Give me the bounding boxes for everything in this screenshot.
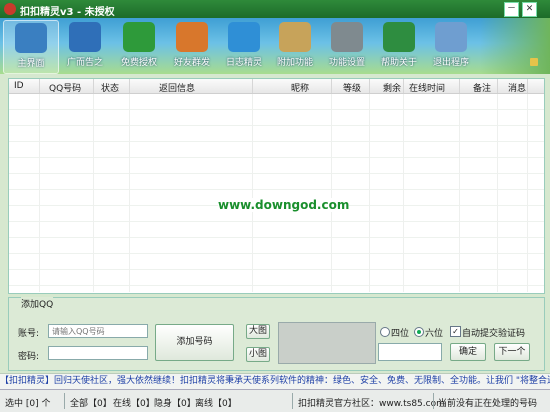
table-body[interactable] [9, 94, 544, 292]
column-header-remaining[interactable]: 剩余 [383, 81, 401, 94]
tool-ads[interactable]: 广而告之 [58, 20, 112, 72]
six-digit-radio[interactable] [414, 327, 424, 337]
column-header-id[interactable]: ID [14, 81, 24, 91]
status-all: 全部【0】 [70, 399, 112, 409]
column-header-return-info[interactable]: 返回信息 [159, 81, 195, 94]
minimize-button[interactable]: － [504, 2, 519, 17]
tool-label: 退出程序 [432, 58, 469, 68]
tool-label: 免费授权 [120, 58, 157, 68]
toolbar: 主界面 广而告之 免费授权 好友群发 日志精灵 附加功能 功能设置 帮助关于 退… [0, 18, 550, 74]
qq-account-table[interactable]: ID QQ号码 状态 返回信息 昵称 等级 剩余 在线时间 备注 消息 [8, 78, 545, 294]
tool-label: 附加功能 [276, 58, 313, 68]
tool-exit[interactable]: 退出程序 [424, 20, 478, 72]
table-header: ID QQ号码 状态 返回信息 昵称 等级 剩余 在线时间 备注 消息 [9, 79, 544, 94]
monitor-icon [15, 23, 47, 53]
auto-submit-label: 自动提交验证码 [462, 329, 526, 339]
tool-addons[interactable]: 附加功能 [268, 20, 322, 72]
column-header-level[interactable]: 等级 [343, 81, 361, 94]
briefcase-icon [279, 22, 311, 52]
title-bar: 扣扣精灵v3 - 未授权 － ✕ [0, 0, 550, 18]
tool-label: 帮助关于 [380, 58, 417, 68]
status-selected: 选中 [0] 个 [5, 399, 51, 409]
next-button[interactable]: 下一个 [494, 343, 530, 361]
exit-disc-icon [435, 22, 467, 52]
six-digit-label: 六位 [425, 329, 444, 339]
status-hidden: 隐身【0】 [154, 399, 196, 409]
window-title: 扣扣精灵v3 - 未授权 [20, 7, 115, 18]
tool-label: 广而告之 [66, 58, 103, 68]
status-offline: 离线【0】 [195, 399, 237, 409]
settings-icon [331, 22, 363, 52]
four-digit-label: 四位 [391, 329, 410, 339]
password-label: 密码: [18, 352, 40, 362]
add-qq-legend: 添加QQ [21, 297, 54, 310]
tool-settings[interactable]: 功能设置 [320, 20, 374, 72]
four-digit-radio[interactable] [380, 327, 390, 337]
tool-label: 日志精灵 [225, 58, 262, 68]
app-icon [4, 3, 16, 15]
status-community[interactable]: 扣扣精灵官方社区：www.ts85.com [298, 396, 445, 409]
column-header-remark[interactable]: 备注 [473, 81, 491, 94]
tool-label: 好友群发 [173, 58, 210, 68]
column-header-online-time[interactable]: 在线时间 [409, 81, 445, 94]
status-current: 当前没有正在处理的号码 [438, 399, 538, 409]
shield-icon [123, 22, 155, 52]
watermark-text: www.downgod.com [218, 198, 350, 212]
help-monitor-icon [383, 22, 415, 52]
captcha-input[interactable] [378, 343, 442, 361]
confirm-button[interactable]: 确定 [450, 343, 486, 361]
status-bar: 选中 [0] 个 全部【0】 在线【0】 隐身【0】 离线【0】 扣扣精灵官方社… [0, 389, 550, 412]
account-input[interactable] [48, 324, 148, 338]
announcement-marquee: 【扣扣精灵】回归天使社区，强大依然继续！扣扣精灵将秉承天使系列软件的精神：绿色、… [0, 373, 550, 389]
big-image-button[interactable]: 大图 [246, 324, 270, 339]
tool-label: 功能设置 [328, 58, 365, 68]
lightning-icon [69, 22, 101, 52]
close-button[interactable]: ✕ [522, 2, 537, 17]
column-header-message[interactable]: 消息 [508, 81, 526, 94]
column-header-status[interactable]: 状态 [101, 81, 119, 94]
tool-log[interactable]: 日志精灵 [217, 20, 271, 72]
tool-help-about[interactable]: 帮助关于 [372, 20, 426, 72]
lock-icon[interactable] [530, 58, 538, 66]
tool-friend-broadcast[interactable]: 好友群发 [165, 20, 219, 72]
account-label: 账号: [18, 329, 40, 339]
column-header-qq[interactable]: QQ号码 [49, 81, 81, 94]
column-header-nickname[interactable]: 昵称 [291, 81, 309, 94]
status-online: 在线【0】 [113, 399, 155, 409]
windows-icon [176, 22, 208, 52]
bamboo-decoration [480, 18, 550, 74]
password-input[interactable] [48, 346, 148, 360]
auto-submit-checkbox[interactable]: ✓ [450, 326, 461, 337]
captcha-preview [278, 322, 376, 364]
tool-main[interactable]: 主界面 [3, 20, 59, 74]
small-image-button[interactable]: 小图 [246, 347, 270, 362]
add-number-button[interactable]: 添加号码 [155, 324, 234, 361]
tool-label: 主界面 [17, 59, 45, 69]
tool-free-license[interactable]: 免费授权 [112, 20, 166, 72]
shield-check-icon [228, 22, 260, 52]
